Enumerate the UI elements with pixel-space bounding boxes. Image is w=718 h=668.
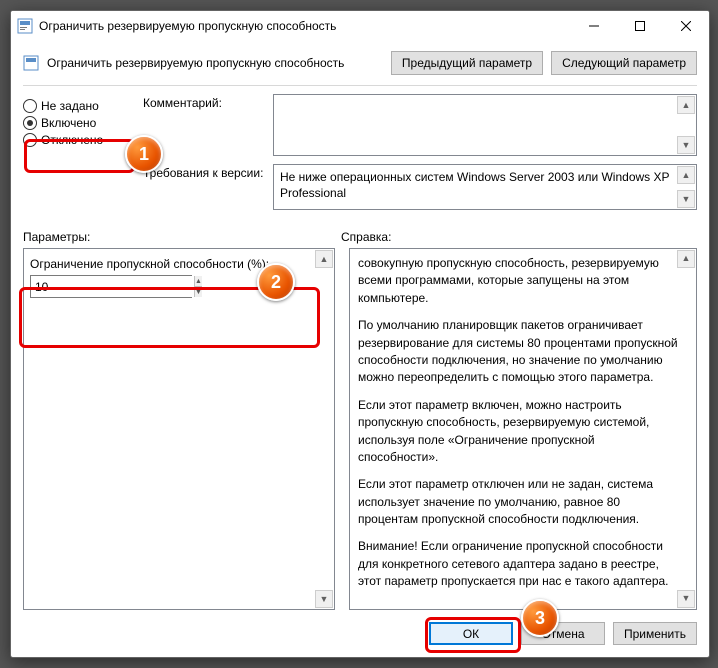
radio-enabled[interactable]: Включено: [23, 116, 123, 130]
scroll-up-icon[interactable]: ▲: [315, 250, 333, 268]
help-para: Если этот параметр включен, можно настро…: [358, 397, 678, 467]
scroll-up-icon[interactable]: ▲: [677, 166, 695, 184]
scroll-down-icon[interactable]: ▼: [677, 190, 695, 208]
spin-up-icon[interactable]: ▲: [195, 276, 202, 287]
scroll-up-icon[interactable]: ▲: [677, 96, 695, 114]
version-text: Не ниже операционных систем Windows Serv…: [280, 170, 669, 200]
top-section: Не задано Включено Отключено Комментарий…: [11, 94, 709, 218]
close-button[interactable]: [663, 11, 709, 41]
window-title: Ограничить резервируемую пропускную спос…: [39, 19, 571, 33]
maximize-button[interactable]: [617, 11, 663, 41]
version-label: Требования к версии:: [143, 164, 273, 210]
header-row: Ограничить резервируемую пропускную спос…: [11, 41, 709, 81]
params-pane: Ограничение пропускной способности (%): …: [23, 248, 335, 610]
help-heading: Справка:: [341, 230, 697, 244]
app-icon: [17, 18, 33, 34]
titlebar: Ограничить резервируемую пропускную спос…: [11, 11, 709, 41]
scroll-up-icon[interactable]: ▲: [677, 250, 695, 268]
scroll-down-icon[interactable]: ▼: [677, 590, 695, 608]
radio-not-configured[interactable]: Не задано: [23, 99, 123, 113]
help-pane: совокупную пропускную способность, резер…: [349, 248, 697, 610]
help-para: Если этот параметр отключен или не задан…: [358, 476, 678, 528]
radio-group: Не задано Включено Отключено: [23, 94, 123, 218]
comment-label: Комментарий:: [143, 94, 273, 156]
info-col: Комментарий: ▲ ▼ Требования к версии: Не…: [143, 94, 697, 218]
ok-button[interactable]: ОК: [429, 622, 513, 645]
prev-setting-button[interactable]: Предыдущий параметр: [391, 51, 543, 75]
help-para: По умолчанию планировщик пакетов огранич…: [358, 317, 678, 387]
radio-label: Отключено: [41, 133, 103, 147]
policy-icon: [23, 55, 39, 71]
gpo-dialog: Ограничить резервируемую пропускную спос…: [10, 10, 710, 658]
lower-section: Ограничение пропускной способности (%): …: [11, 248, 709, 610]
version-box: Не ниже операционных систем Windows Serv…: [273, 164, 697, 210]
help-para: совокупную пропускную способность, резер…: [358, 255, 678, 307]
divider: [23, 85, 697, 86]
spin-down-icon[interactable]: ▼: [195, 287, 202, 297]
bw-limit-spinner[interactable]: ▲ ▼: [30, 275, 192, 298]
button-bar: ОК Отмена Применить: [11, 610, 709, 657]
next-setting-button[interactable]: Следующий параметр: [551, 51, 697, 75]
apply-button[interactable]: Применить: [613, 622, 697, 645]
section-labels: Параметры: Справка:: [11, 218, 709, 248]
radio-label: Включено: [41, 116, 96, 130]
scroll-down-icon[interactable]: ▼: [315, 590, 333, 608]
params-heading: Параметры:: [23, 230, 327, 244]
bw-limit-input[interactable]: [31, 276, 194, 297]
policy-title: Ограничить резервируемую пропускную спос…: [47, 56, 383, 70]
bw-limit-label: Ограничение пропускной способности (%):: [30, 257, 334, 271]
cancel-button[interactable]: Отмена: [521, 622, 605, 645]
comment-input[interactable]: ▲ ▼: [273, 94, 697, 156]
scroll-down-icon[interactable]: ▼: [677, 136, 695, 154]
radio-disabled[interactable]: Отключено: [23, 133, 123, 147]
minimize-button[interactable]: [571, 11, 617, 41]
radio-label: Не задано: [41, 99, 99, 113]
help-para: Внимание! Если ограничение пропускной сп…: [358, 538, 678, 590]
